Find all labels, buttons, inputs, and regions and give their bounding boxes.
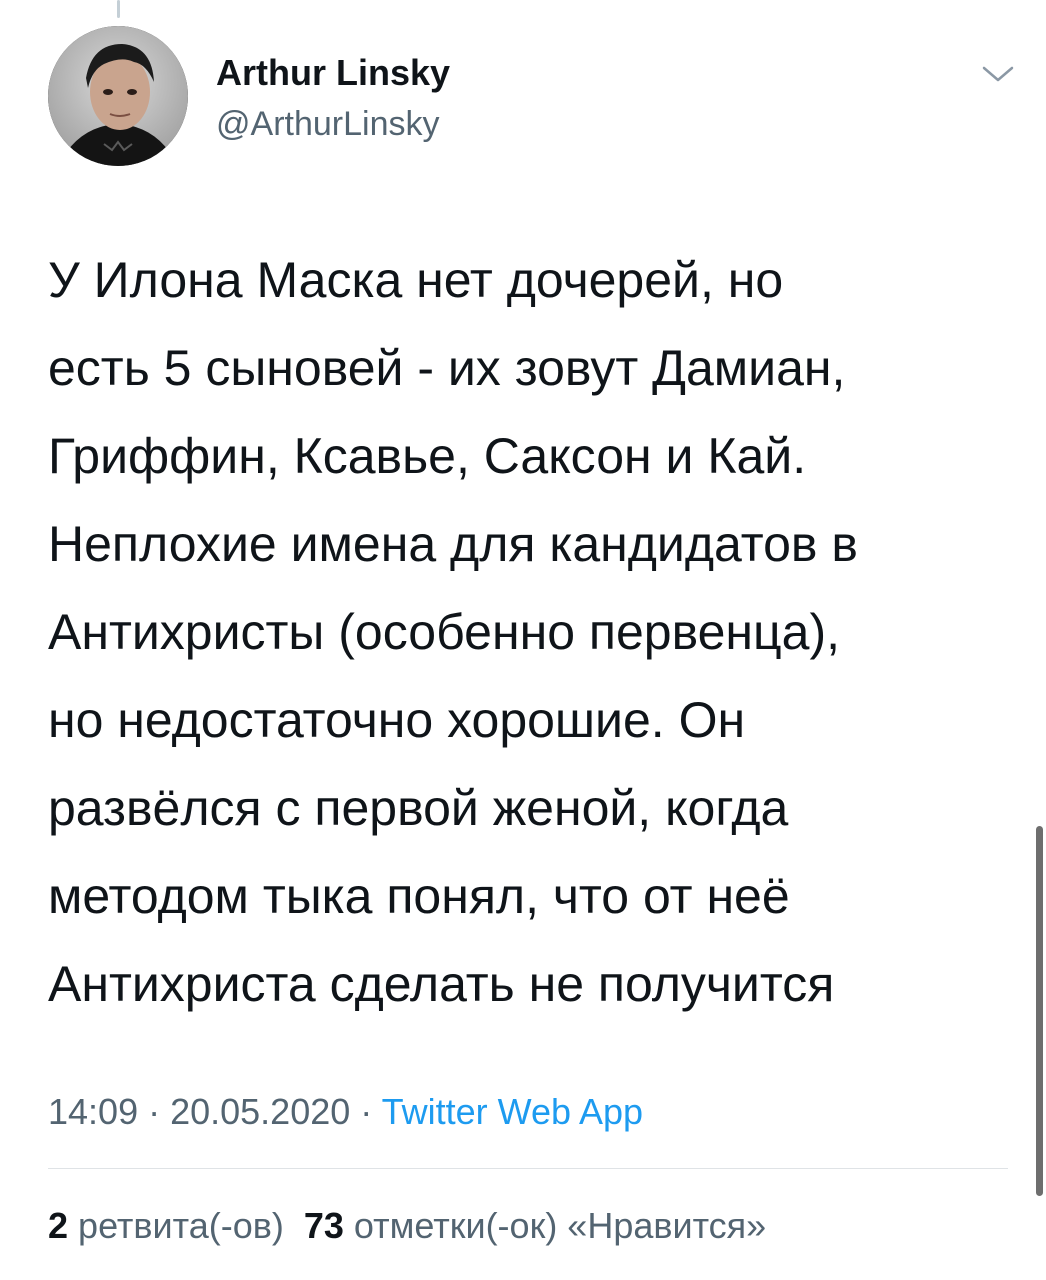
retweets-count: 2	[48, 1205, 69, 1246]
tweet-meta: 14:09 · 20.05.2020 · Twitter Web App	[48, 1090, 643, 1134]
meta-separator: ·	[350, 1091, 382, 1132]
avatar-image	[48, 26, 188, 166]
tweet-source[interactable]: Twitter Web App	[382, 1091, 643, 1132]
thread-connector-line	[117, 0, 120, 18]
likes-label: отметки(-ок) «Нравится»	[353, 1205, 767, 1246]
meta-separator: ·	[138, 1091, 171, 1132]
divider	[48, 1168, 1008, 1169]
tweet-stats: 2 ретвита(-ов) 73 отметки(-ок) «Нравится…	[48, 1204, 766, 1248]
scrollbar[interactable]	[1036, 826, 1043, 1196]
retweets-stat[interactable]: 2 ретвита(-ов)	[48, 1205, 284, 1246]
author-handle[interactable]: @ArthurLinsky	[216, 104, 439, 144]
tweet-time[interactable]: 14:09	[48, 1091, 138, 1132]
chevron-down-icon[interactable]	[980, 62, 1016, 86]
tweet-text: У Илона Маска нет дочерей, но есть 5 сын…	[48, 252, 858, 1012]
likes-stat[interactable]: 73 отметки(-ок) «Нравится»	[304, 1205, 766, 1246]
retweets-label: ретвита(-ов)	[78, 1205, 284, 1246]
author-name[interactable]: Arthur Linsky	[216, 52, 450, 94]
likes-count: 73	[303, 1205, 344, 1246]
avatar[interactable]	[48, 26, 188, 166]
tweet-date[interactable]: 20.05.2020	[170, 1091, 350, 1132]
